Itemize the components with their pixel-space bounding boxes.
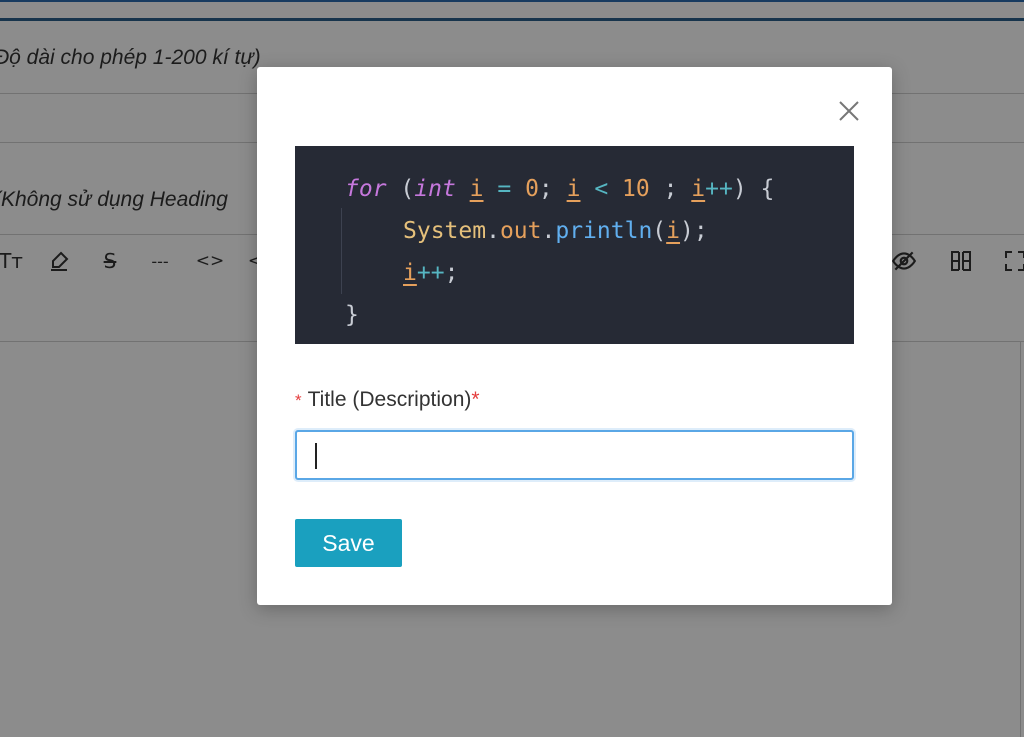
title-input[interactable] [295,430,854,480]
code-screenshot-image: for (int i = 0; i < 10 ; i++) { System.o… [295,146,854,344]
code-line: i++; [403,260,459,286]
save-button[interactable]: Save [295,519,402,567]
text-caret [315,443,317,469]
required-marker: * [295,391,302,410]
indent-guide [341,208,342,294]
close-button[interactable] [835,97,863,125]
code-line: for (int i = 0; i < 10 ; i++) { [345,176,775,202]
title-field-label: * Title (Description)* [295,388,480,411]
code-line: } [345,302,359,328]
image-caption-modal: for (int i = 0; i < 10 ; i++) { System.o… [257,67,892,605]
code-line: System.out.println(i); [403,218,708,244]
required-marker: * [471,388,480,411]
close-icon [839,101,859,121]
